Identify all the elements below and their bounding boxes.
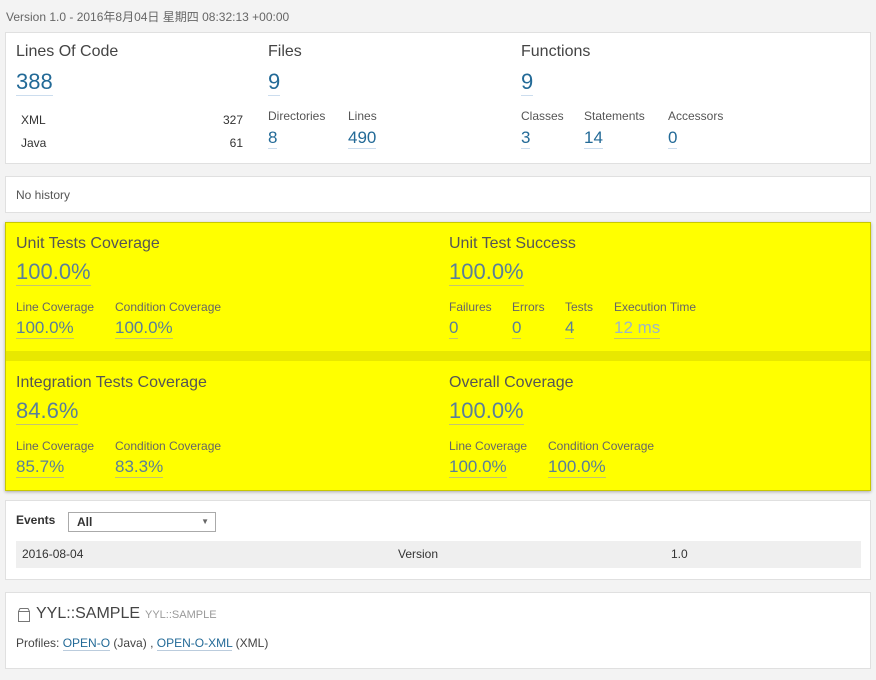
unit-line-coverage-label: Line Coverage: [16, 300, 95, 314]
coverage-panel: Unit Tests Coverage 100.0% Line Coverage…: [5, 222, 871, 491]
event-name: 1.0: [671, 547, 688, 561]
coverage-separator: [6, 351, 870, 361]
overall-line-coverage-value[interactable]: 100.0%: [449, 457, 507, 478]
language-count: 327: [222, 113, 243, 127]
execution-time-label: Execution Time: [614, 300, 697, 314]
failures-label: Failures: [449, 300, 492, 314]
event-row: 2016-08-04 Version 1.0: [16, 541, 861, 568]
event-type: Version: [398, 547, 439, 561]
files-value[interactable]: 9: [268, 69, 281, 96]
it-condition-coverage-label: Condition Coverage: [115, 439, 222, 453]
profiles-line: Profiles: OPEN-O (Java) , OPEN-O-XML (XM…: [16, 636, 269, 651]
chevron-down-icon: ▼: [201, 517, 209, 526]
lines-value[interactable]: 490: [348, 128, 377, 149]
events-title: Events: [16, 513, 56, 527]
profiles-label: Profiles:: [16, 636, 60, 650]
functions-label: Functions: [521, 43, 591, 60]
overall-line-coverage-label: Line Coverage: [449, 439, 528, 453]
language-name: XML: [21, 113, 46, 127]
integration-coverage-value[interactable]: 84.6%: [16, 398, 79, 425]
events-panel: Events All ▼ 2016-08-04 Version 1.0: [5, 500, 871, 580]
unit-coverage-label: Unit Tests Coverage: [16, 235, 160, 252]
language-name: Java: [21, 136, 47, 150]
errors-label: Errors: [512, 300, 545, 314]
events-filter-select[interactable]: All ▼: [68, 512, 216, 532]
history-text: No history: [16, 188, 71, 202]
project-name: YYL::SAMPLE: [36, 605, 141, 622]
directories-label: Directories: [268, 109, 326, 123]
accessors-label: Accessors: [668, 109, 724, 123]
size-panel: Lines Of Code 388 XML 327 Java 61 Files …: [5, 32, 871, 164]
overall-coverage-value[interactable]: 100.0%: [449, 398, 524, 425]
it-line-coverage-label: Line Coverage: [16, 439, 95, 453]
project-box-icon: [18, 608, 30, 622]
overall-condition-coverage-value[interactable]: 100.0%: [548, 457, 606, 478]
profile-language: (Java): [113, 636, 147, 650]
execution-time-value: 12 ms: [614, 318, 661, 339]
directories-value[interactable]: 8: [268, 128, 278, 149]
tests-value[interactable]: 4: [565, 318, 575, 339]
profile-separator: ,: [150, 636, 154, 650]
files-label: Files: [268, 43, 302, 60]
project-panel: YYL::SAMPLE YYL::SAMPLE Profiles: OPEN-O…: [5, 592, 871, 669]
failures-value[interactable]: 0: [449, 318, 459, 339]
events-filter-value: All: [77, 515, 93, 529]
classes-label: Classes: [521, 109, 564, 123]
it-condition-coverage-value[interactable]: 83.3%: [115, 457, 164, 478]
errors-value[interactable]: 0: [512, 318, 522, 339]
history-panel: No history: [5, 176, 871, 213]
project-key: YYL::SAMPLE: [145, 609, 217, 621]
unit-condition-coverage-label: Condition Coverage: [115, 300, 222, 314]
loc-value[interactable]: 388: [16, 69, 53, 96]
profile-link-open-o[interactable]: OPEN-O: [62, 636, 111, 651]
overall-condition-coverage-label: Condition Coverage: [548, 439, 655, 453]
functions-value[interactable]: 9: [521, 69, 534, 96]
tests-label: Tests: [565, 300, 594, 314]
statements-value[interactable]: 14: [584, 128, 603, 149]
it-line-coverage-value[interactable]: 85.7%: [16, 457, 65, 478]
unit-condition-coverage-value[interactable]: 100.0%: [115, 318, 173, 339]
integration-coverage-label: Integration Tests Coverage: [16, 374, 207, 391]
test-success-value[interactable]: 100.0%: [449, 259, 524, 286]
classes-value[interactable]: 3: [521, 128, 531, 149]
event-date: 2016-08-04: [22, 547, 84, 561]
test-success-label: Unit Test Success: [449, 235, 576, 252]
unit-line-coverage-value[interactable]: 100.0%: [16, 318, 74, 339]
loc-label: Lines Of Code: [16, 43, 119, 60]
profile-link-open-o-xml[interactable]: OPEN-O-XML: [156, 636, 233, 651]
version-line: Version 1.0 - 2016年8月04日 星期四 08:32:13 +0…: [6, 10, 290, 24]
overall-coverage-label: Overall Coverage: [449, 374, 574, 391]
statements-label: Statements: [584, 109, 645, 123]
language-count: 61: [229, 136, 243, 150]
lines-label: Lines: [348, 109, 377, 123]
accessors-value[interactable]: 0: [668, 128, 678, 149]
unit-coverage-value[interactable]: 100.0%: [16, 259, 91, 286]
profile-language: (XML): [235, 636, 269, 650]
